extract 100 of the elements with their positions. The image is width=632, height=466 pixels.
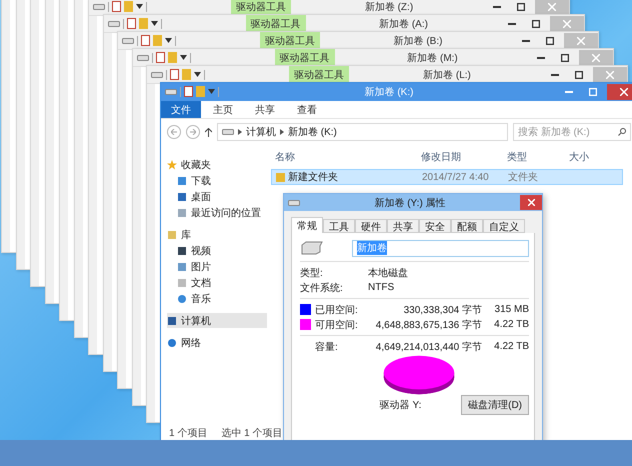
star-icon (167, 160, 177, 170)
size-value: 4.22 TB (493, 341, 529, 352)
close-icon (548, 2, 556, 10)
nav-item[interactable]: 音乐 (167, 291, 267, 306)
ribbon-tab[interactable]: 主页 (203, 101, 243, 118)
dialog-tab[interactable]: 常规 (291, 217, 323, 233)
minimize-icon (508, 22, 516, 24)
caret-icon[interactable] (165, 38, 172, 43)
dialog-tab[interactable]: 硬件 (355, 219, 387, 233)
close-icon (562, 20, 570, 28)
drive-icon (122, 36, 134, 44)
breadcrumb-item[interactable]: 计算机 (246, 125, 276, 139)
field-label: 可用空间: (315, 318, 359, 332)
caret-icon[interactable] (180, 55, 186, 60)
maximize-icon (546, 36, 554, 44)
ribbon-tab[interactable]: 共享 (245, 101, 285, 118)
field-value: 本地磁盘 (368, 266, 409, 280)
drive-icon (222, 128, 234, 136)
arrow-right-icon (190, 129, 196, 135)
dialog-tab[interactable]: 自定义 (483, 219, 525, 233)
address-bar[interactable]: 计算机 新加卷 (K:) (217, 123, 508, 141)
caret-icon[interactable] (194, 72, 201, 77)
nav-item[interactable]: 库 (167, 227, 267, 242)
close-icon (620, 88, 628, 96)
maximize-icon (517, 2, 525, 10)
field-label: 已用空间: (315, 304, 359, 316)
nav-item[interactable]: 图片 (167, 259, 267, 274)
byte-count: 4,649,214,013,440 字节 (374, 340, 482, 354)
table-cell: 新建文件夹 (272, 170, 418, 184)
close-icon (528, 199, 534, 206)
maximize-icon (575, 70, 583, 78)
dialog-tab[interactable]: 共享 (387, 219, 419, 233)
window-title: 新加卷 (B:) (392, 34, 444, 48)
context-tab[interactable]: 驱动器工具 (274, 48, 334, 66)
caret-icon[interactable] (150, 21, 158, 26)
drive-icon (93, 2, 105, 10)
nav-item[interactable]: 桌面 (167, 189, 267, 204)
dialog-tab[interactable]: 工具 (323, 219, 355, 233)
window-title: 新加卷 (Z:) (364, 0, 414, 14)
pie-drawing (382, 355, 454, 395)
column-header[interactable]: 修改日期 (417, 150, 503, 164)
chevron-icon (238, 129, 242, 135)
drive-icon (151, 70, 163, 78)
drive-icon (288, 198, 300, 206)
maximize-icon (560, 54, 568, 62)
size-value: 315 MB (494, 304, 529, 315)
context-tab[interactable]: 驱动器工具 (289, 66, 349, 84)
context-tab[interactable]: 驱动器工具 (246, 14, 306, 32)
size-value: 4.22 TB (493, 319, 529, 330)
table-cell-text: 2014/7/27 4:40 (421, 172, 490, 182)
column-header[interactable]: 大小 (565, 150, 623, 164)
field-value: NTFS (368, 282, 396, 293)
search-icon (618, 128, 626, 136)
file-row[interactable]: 新建文件夹 2014/7/27 4:40 文件夹 (271, 169, 623, 185)
window-title: 新加卷 (L:) (422, 68, 472, 82)
ribbon-tab[interactable]: 查看 (287, 101, 327, 118)
byte-count: 4,648,883,675,136 字节 (374, 318, 482, 332)
maximize-icon (589, 88, 597, 96)
close-icon (577, 36, 585, 44)
close-icon (606, 70, 614, 78)
column-header[interactable]: 类型 (503, 150, 565, 164)
field-label: 容量: (315, 340, 339, 354)
nav-item[interactable]: 文档 (167, 275, 267, 290)
drive-icon (108, 20, 120, 28)
close-button[interactable] (520, 195, 542, 210)
field-label: 类型: (300, 266, 324, 280)
caret-icon[interactable] (136, 4, 143, 9)
close-icon (592, 54, 600, 62)
window-title: 新加卷 (A:) (378, 18, 429, 30)
window-title: 新加卷 (M:) (406, 52, 459, 64)
status-text: 1 个项目 (169, 427, 208, 440)
close-button[interactable] (607, 84, 632, 100)
table-cell-text: 文件夹 (507, 170, 539, 184)
arrow-left-icon (171, 129, 177, 135)
nav-item[interactable]: 网络 (167, 335, 267, 350)
context-tab[interactable]: 驱动器工具 (260, 32, 320, 50)
nav-item[interactable]: 视频 (167, 243, 267, 258)
status-text: 选中 1 个项目 (221, 426, 282, 440)
dialog-title: 新加卷 (Y:) 属性 (373, 196, 447, 210)
drive-icon (300, 241, 324, 255)
byte-count: 330,338,304 字节 (402, 304, 482, 316)
breadcrumb-item[interactable]: 新加卷 (K:) (288, 125, 337, 139)
drive-icon (165, 88, 177, 96)
dialog-tab[interactable]: 配额 (451, 219, 483, 233)
minimize-icon (536, 56, 544, 58)
nav-item[interactable]: 收藏夹 (167, 157, 267, 172)
nav-item[interactable]: 计算机 (167, 313, 267, 328)
column-header[interactable]: 名称 (271, 150, 417, 164)
minimize-icon (522, 40, 530, 42)
ribbon-tab[interactable]: 文件 (161, 101, 201, 118)
nav-item[interactable]: 下载 (167, 173, 267, 188)
maximize-icon (532, 20, 540, 28)
nav-item[interactable]: 最近访问的位置 (167, 205, 267, 220)
disk-cleanup-button[interactable]: 磁盘清理(D) (461, 395, 529, 415)
up-arrow-icon[interactable] (205, 128, 212, 136)
minimize-icon (493, 6, 501, 8)
window-title: 新加卷 (K:) (364, 86, 414, 98)
minimize-icon (551, 74, 559, 76)
dialog-tab[interactable]: 安全 (419, 219, 451, 233)
search-field[interactable]: 搜索 新加卷 (K:) (513, 123, 631, 141)
